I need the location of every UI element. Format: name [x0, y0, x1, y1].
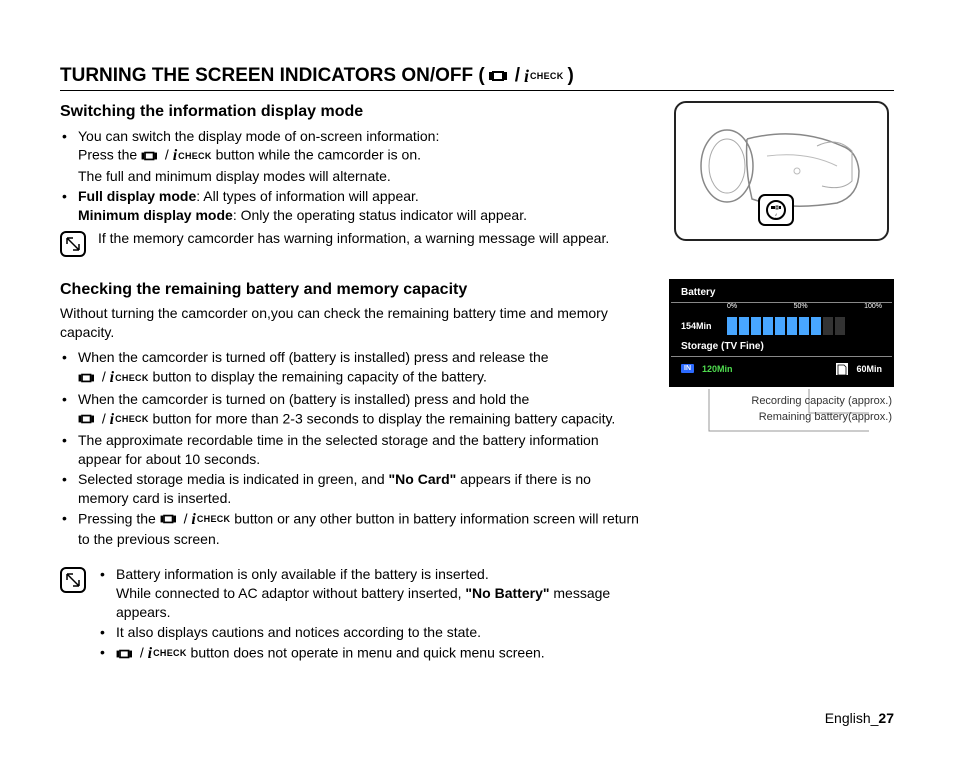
s2-note-1: Battery information is only available if…: [98, 565, 641, 622]
battery-scale: 0% 50% 100%: [671, 303, 892, 310]
heading-text-c: ): [568, 65, 574, 87]
heading-text-a: TURNING THE SCREEN INDICATORS ON/OFF (: [60, 65, 485, 87]
page-footer: English_27: [825, 710, 894, 726]
s2-note-2: It also displays cautions and notices ac…: [98, 623, 641, 642]
section1-title: Switching the information display mode: [60, 101, 641, 123]
section2-note: Battery information is only available if…: [60, 565, 641, 665]
section1-note: If the memory camcorder has warning info…: [60, 229, 641, 257]
section-2: Checking the remaining battery and memor…: [60, 279, 894, 666]
caption-recording: Recording capacity (approx.): [669, 395, 894, 407]
s2-bullet-5: Pressing the / iCHECK button or any othe…: [60, 509, 641, 549]
display-icon: [489, 69, 511, 83]
display-icon: [78, 372, 98, 384]
icheck-icon: iCHECK: [148, 643, 187, 665]
battery-bars: [727, 317, 882, 335]
card-icon: [836, 363, 848, 375]
panel-captions: Recording capacity (approx.) Remaining b…: [669, 395, 894, 423]
display-icon: [116, 648, 136, 660]
storage-row: IN 120Min 60Min: [671, 357, 892, 377]
section2-title: Checking the remaining battery and memor…: [60, 279, 641, 301]
storage-internal-time: 120Min: [702, 364, 733, 374]
caption-battery: Remaining battery(approx.): [669, 411, 894, 423]
icheck-icon: iCHECK: [191, 509, 230, 531]
battery-label: Battery: [671, 287, 892, 303]
icheck-icon: iCHECK: [524, 66, 564, 87]
note-icon: [60, 567, 86, 593]
section1-note-text: If the memory camcorder has warning info…: [98, 229, 609, 248]
s1-bullet-1: You can switch the display mode of on-sc…: [60, 127, 641, 186]
display-icon: [141, 150, 161, 162]
storage-card-time: 60Min: [856, 364, 882, 374]
note-icon: [60, 231, 86, 257]
storage-in-badge: IN: [681, 364, 694, 373]
display-icon: [160, 513, 180, 525]
s2-bullet-3: The approximate recordable time in the s…: [60, 431, 641, 469]
icheck-icon: iCHECK: [110, 409, 149, 431]
section2-intro: Without turning the camcorder on,you can…: [60, 304, 641, 342]
battery-time: 154Min: [681, 321, 719, 331]
heading-slash: /: [515, 65, 520, 87]
icheck-icon: iCHECK: [173, 145, 212, 167]
s2-bullet-2: When the camcorder is turned on (battery…: [60, 390, 641, 430]
s1-bullet-2: Full display mode: All types of informat…: [60, 187, 641, 225]
camcorder-illustration: i CHECK: [674, 101, 889, 241]
storage-label: Storage (TV Fine): [671, 341, 892, 357]
section-1: Switching the information display mode Y…: [60, 101, 894, 257]
s2-note-3: / iCHECK button does not operate in menu…: [98, 643, 641, 665]
battery-status-panel: Battery 0% 50% 100% 154Min Storage (TV F…: [669, 279, 894, 387]
icheck-icon: iCHECK: [110, 367, 149, 389]
s2-bullet-1: When the camcorder is turned off (batter…: [60, 348, 641, 388]
svg-text:CHECK: CHECK: [772, 218, 780, 220]
display-icon: [78, 413, 98, 425]
page-heading: TURNING THE SCREEN INDICATORS ON/OFF ( /…: [60, 65, 894, 91]
s2-bullet-4: Selected storage media is indicated in g…: [60, 470, 641, 508]
